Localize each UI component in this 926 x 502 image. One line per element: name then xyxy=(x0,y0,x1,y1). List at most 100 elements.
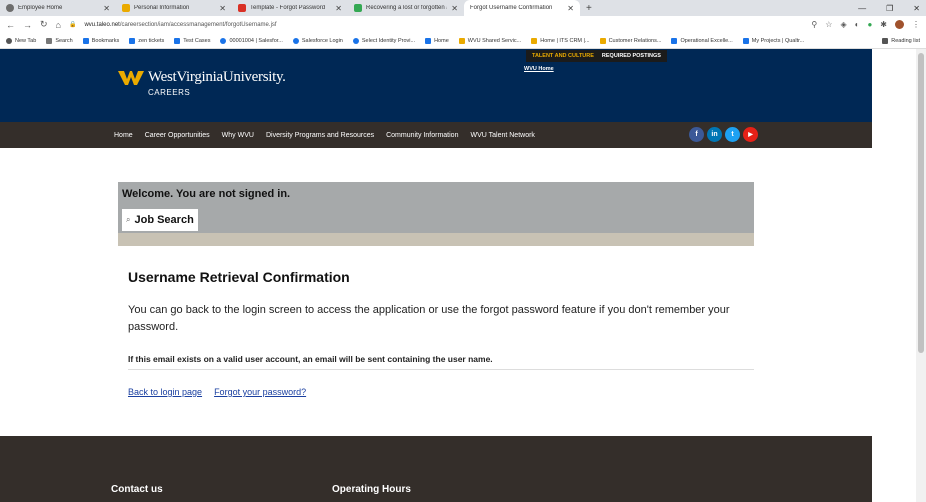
close-icon[interactable]: ✕ xyxy=(335,4,342,13)
nav-diversity[interactable]: Diversity Programs and Resources xyxy=(266,132,374,139)
zendesk-icon xyxy=(129,37,136,44)
youtube-icon[interactable]: ▶ xyxy=(743,127,758,142)
bookmark-item[interactable]: 00001004 | Salesfor... xyxy=(220,37,283,44)
facebook-icon[interactable]: f xyxy=(689,127,704,142)
talent-culture-link[interactable]: TALENT AND CULTURE xyxy=(532,53,594,59)
restore-icon[interactable]: ❐ xyxy=(886,4,893,13)
toolbar-actions: ⚲ ☆ ◈ ◐ ● ✱ ⋮ xyxy=(811,20,920,29)
nav-community[interactable]: Community Information xyxy=(386,132,458,139)
salesforce-icon xyxy=(352,37,359,44)
required-postings-link[interactable]: REQUIRED POSTINGS xyxy=(602,53,661,59)
job-search-label: Job Search xyxy=(134,214,194,226)
flying-wv-icon xyxy=(118,71,144,85)
twitter-icon[interactable]: t xyxy=(725,127,740,142)
minimize-icon[interactable]: — xyxy=(858,4,866,13)
body-text: You can go back to the login screen to a… xyxy=(128,304,730,333)
bookmark-item[interactable]: My Projects | Qualtr... xyxy=(742,37,804,44)
welcome-panel: Welcome. You are not signed in. ⌕ Job Se… xyxy=(118,182,754,246)
bookmark-label: 00001004 | Salesfor... xyxy=(229,37,283,44)
extension-icon[interactable]: ● xyxy=(867,20,872,29)
browser-tab[interactable]: Employee Home ✕ xyxy=(0,0,116,16)
logo-subtitle: CAREERS xyxy=(148,88,191,97)
url-host: wvu.taleo.net xyxy=(84,21,120,28)
menu-icon[interactable]: ⋮ xyxy=(912,20,920,29)
wvu-logo[interactable]: WestVirginiaUniversity. CAREERS xyxy=(118,69,286,97)
new-tab-button[interactable]: + xyxy=(580,0,598,16)
avatar[interactable] xyxy=(895,20,904,29)
reload-icon[interactable]: ↻ xyxy=(40,19,48,30)
wvu-home-link[interactable]: WVU Home xyxy=(524,66,554,72)
nav-career-opportunities[interactable]: Career Opportunities xyxy=(145,132,210,139)
folder-icon xyxy=(671,37,678,44)
bookmark-label: Search xyxy=(55,37,73,44)
page-margin xyxy=(872,49,916,502)
tab-label: Forgot Username Confirmation xyxy=(470,5,553,11)
search-icon xyxy=(46,37,53,44)
close-window-icon[interactable]: ✕ xyxy=(913,4,920,13)
job-search-tab[interactable]: ⌕ Job Search xyxy=(122,209,198,231)
nav-why-wvu[interactable]: Why WVU xyxy=(222,132,254,139)
home-icon[interactable]: ⌂ xyxy=(56,20,61,30)
forward-icon[interactable]: → xyxy=(23,20,32,30)
back-icon[interactable]: ← xyxy=(6,20,15,30)
browser-tab-active[interactable]: Forgot Username Confirmation ✕ xyxy=(464,0,580,16)
bookmark-item[interactable]: Home | ITS CRM |... xyxy=(531,37,590,44)
tab-favicon-icon xyxy=(6,4,14,12)
url-field[interactable]: wvu.taleo.net/careersection/iam/accessma… xyxy=(84,22,803,28)
footer-contact-heading: Contact us xyxy=(111,484,163,495)
bookmark-item[interactable]: Select Identity Provi... xyxy=(352,37,415,44)
browser-tab[interactable]: Template - Forgot Password ✕ xyxy=(232,0,348,16)
bookmark-item[interactable]: Home xyxy=(425,37,449,44)
forgot-password-link[interactable]: Forgot your password? xyxy=(214,387,306,397)
bookmark-item[interactable]: WVU Shared Servic... xyxy=(458,37,522,44)
bookmark-label: Customer Relations... xyxy=(608,37,662,44)
shield-icon[interactable]: ◈ xyxy=(840,20,846,29)
linkedin-icon[interactable]: in xyxy=(707,127,722,142)
action-links: Back to login page Forgot your password? xyxy=(128,387,306,397)
bookmark-label: Home | ITS CRM |... xyxy=(540,37,590,44)
browser-tab-strip: Employee Home ✕ Personal Information ✕ T… xyxy=(0,0,926,16)
reading-list[interactable]: Reading list xyxy=(882,37,920,44)
logo-wordmark: WestVirginiaUniversity. CAREERS xyxy=(148,69,286,97)
browser-tab[interactable]: Personal Information ✕ xyxy=(116,0,232,16)
search-icon: ⌕ xyxy=(126,215,131,224)
bookmark-label: Test Cases xyxy=(183,37,211,44)
extension-icon[interactable]: ◐ xyxy=(855,20,860,29)
wvu-icon xyxy=(531,37,538,44)
bookmark-item[interactable]: Salesforce Login xyxy=(292,37,343,44)
close-icon[interactable]: ✕ xyxy=(567,4,574,13)
close-icon[interactable]: ✕ xyxy=(219,4,226,13)
scrollbar-thumb[interactable] xyxy=(918,53,924,353)
bookmark-item[interactable]: Test Cases xyxy=(174,37,211,44)
close-icon[interactable]: ✕ xyxy=(451,4,458,13)
salesforce-icon xyxy=(220,37,227,44)
social-links: f in t ▶ xyxy=(689,127,758,142)
close-icon[interactable]: ✕ xyxy=(103,4,110,13)
puzzle-icon[interactable]: ✱ xyxy=(880,20,887,29)
lock-icon[interactable]: 🔒 xyxy=(69,21,76,28)
bookmark-item[interactable]: zen tickets xyxy=(129,37,164,44)
browser-tab[interactable]: Recovering a lost or forgotten ac ✕ xyxy=(348,0,464,16)
star-icon[interactable]: ☆ xyxy=(825,20,832,29)
bookmarks-bar: New Tab Search Bookmarks zen tickets Tes… xyxy=(0,33,926,49)
nav-talent-network[interactable]: WVU Talent Network xyxy=(470,132,534,139)
globe-icon xyxy=(6,37,12,44)
bookmark-label: Home xyxy=(434,37,449,44)
bookmark-item[interactable]: Search xyxy=(46,37,73,44)
page-title: Username Retrieval Confirmation xyxy=(128,269,350,285)
site-header: WestVirginiaUniversity. CAREERS TALENT A… xyxy=(0,49,872,122)
bookmark-item[interactable]: New Tab xyxy=(6,37,36,44)
bookmark-label: WVU Shared Servic... xyxy=(467,37,522,44)
site-footer: Contact us Operating Hours xyxy=(0,436,872,502)
tab-favicon-icon xyxy=(238,4,246,12)
back-to-login-link[interactable]: Back to login page xyxy=(128,387,202,397)
bookmark-label: Bookmarks xyxy=(91,37,120,44)
scrollbar[interactable] xyxy=(916,49,926,502)
nav-home[interactable]: Home xyxy=(114,132,133,139)
zoom-icon[interactable]: ⚲ xyxy=(811,20,817,29)
bookmark-item[interactable]: Customer Relations... xyxy=(599,37,662,44)
notice-text: If this email exists on a valid user acc… xyxy=(128,354,493,364)
bookmark-item[interactable]: Operational Excelle... xyxy=(671,37,733,44)
footer-hours-heading: Operating Hours xyxy=(332,484,411,495)
bookmark-item[interactable]: Bookmarks xyxy=(82,37,120,44)
